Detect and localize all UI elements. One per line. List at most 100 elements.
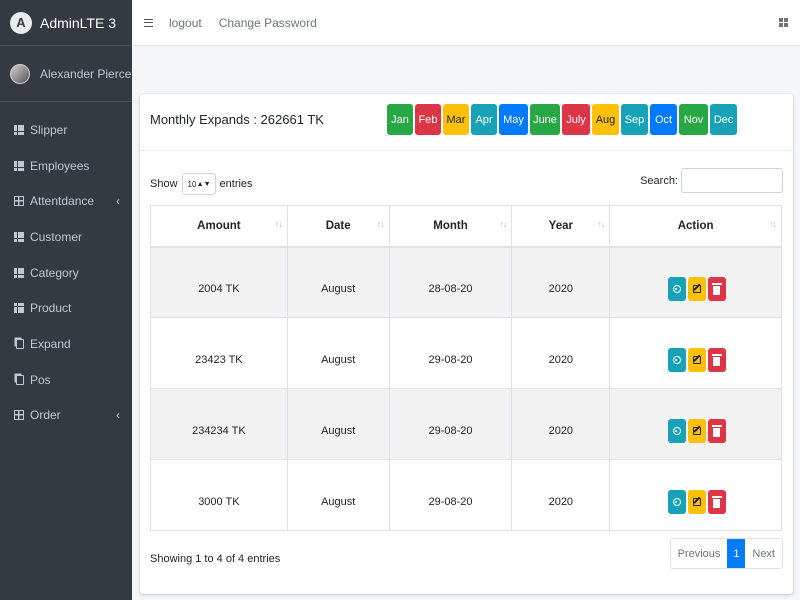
- delete-button[interactable]: [707, 419, 726, 443]
- month-button-aug[interactable]: Aug: [592, 104, 619, 135]
- top-navbar: logout Change Password: [132, 0, 800, 46]
- table-row: 3000 TK August 29-08-20 2020: [150, 459, 782, 531]
- view-button[interactable]: [667, 490, 686, 514]
- sidebar-item-pos[interactable]: Pos: [0, 362, 132, 398]
- month-button-june[interactable]: June: [530, 104, 560, 135]
- cell-date: 29-08-20: [388, 317, 513, 389]
- sidebar-item-product[interactable]: Product: [0, 290, 132, 326]
- sidebar-item-label: Slipper: [30, 122, 68, 137]
- apps-grid-icon[interactable]: [779, 18, 788, 27]
- cell-amount: 2004 TK: [150, 246, 288, 318]
- entries-label: entries: [219, 178, 253, 190]
- table-body: 2004 TK August 28-08-20 2020 23423 TK August 2…: [150, 246, 782, 531]
- month-button-apr[interactable]: Apr: [471, 104, 497, 135]
- column-header-year[interactable]: Year ↑↓: [511, 205, 611, 248]
- show-entries: Show 10 ▲▼ entries: [150, 173, 253, 195]
- month-button-july[interactable]: July: [562, 104, 590, 135]
- table-icon: [14, 196, 24, 207]
- copy-icon: [16, 374, 24, 385]
- cell-year: 2020: [511, 317, 611, 389]
- column-header-label: Month: [433, 219, 468, 232]
- eye-icon: [672, 356, 681, 364]
- card-header: Monthly Expands : 262661 TK Jan Feb Mar Apr…: [140, 94, 793, 151]
- brand-link[interactable]: A AdminLTE 3: [0, 0, 132, 46]
- cell-date: 28-08-20: [388, 246, 513, 318]
- month-button-jan[interactable]: Jan: [387, 104, 413, 135]
- sidebar-item-slipper[interactable]: Slipper: [0, 112, 132, 148]
- sort-icon: ↑↓: [376, 219, 385, 229]
- search-box: Search:: [640, 168, 783, 193]
- table-controls: Show 10 ▲▼ entries Search:: [150, 168, 783, 195]
- edit-icon: [692, 427, 701, 435]
- trash-icon: [711, 354, 722, 366]
- edit-button[interactable]: [687, 348, 706, 372]
- sidebar-item-order[interactable]: Order ‹: [0, 398, 132, 434]
- eye-icon: [672, 498, 681, 506]
- month-button-nov[interactable]: Nov: [679, 104, 708, 135]
- avatar: [10, 63, 30, 84]
- menu-toggle-icon[interactable]: [144, 18, 153, 27]
- entries-value: 10: [187, 179, 197, 189]
- logout-link[interactable]: logout: [169, 16, 202, 30]
- pagination: Previous 1 Next: [669, 538, 783, 569]
- previous-button[interactable]: Previous: [670, 539, 728, 568]
- sidebar-item-attentdance[interactable]: Attentdance ‹: [0, 183, 132, 219]
- trash-icon: [711, 283, 722, 295]
- delete-button[interactable]: [707, 277, 726, 302]
- cell-date: 29-08-20: [388, 388, 513, 460]
- expenses-table: Amount ↑↓ Date ↑↓ Month ↑↓ Year ↑↓ Action ↑↓ 2004…: [150, 205, 782, 531]
- column-header-month[interactable]: Month ↑↓: [388, 205, 513, 248]
- grid-icon: [14, 124, 24, 135]
- grid-icon: [14, 160, 24, 171]
- brand-logo: A: [10, 11, 32, 34]
- sort-icon: ↑↓: [274, 219, 283, 229]
- edit-button[interactable]: [687, 419, 706, 443]
- row-actions: [610, 348, 781, 372]
- chevron-left-icon: ‹: [116, 194, 120, 209]
- brand-title: AdminLTE 3: [40, 14, 116, 31]
- sidebar-item-expand[interactable]: Expand: [0, 326, 132, 362]
- column-header-date[interactable]: Date ↑↓: [286, 205, 390, 248]
- month-button-mar[interactable]: Mar: [443, 104, 469, 135]
- grid-icon: [14, 303, 24, 314]
- change-password-link[interactable]: Change Password: [219, 16, 317, 30]
- search-input[interactable]: [681, 168, 783, 193]
- sidebar: A AdminLTE 3 Alexander Pierce Slipper Emp…: [0, 0, 132, 600]
- view-button[interactable]: [667, 419, 686, 443]
- show-label: Show: [150, 178, 178, 190]
- month-button-feb[interactable]: Feb: [415, 104, 441, 135]
- eye-icon: [672, 285, 681, 294]
- edit-button[interactable]: [687, 490, 706, 514]
- edit-button[interactable]: [687, 277, 706, 302]
- sidebar-item-customer[interactable]: Customer: [0, 219, 132, 255]
- row-actions: [610, 490, 781, 514]
- column-header-amount[interactable]: Amount ↑↓: [150, 205, 288, 248]
- table-icon: [14, 410, 24, 421]
- select-arrow-icon: ▲▼: [196, 180, 211, 188]
- entries-select[interactable]: 10 ▲▼: [181, 173, 216, 195]
- grid-icon: [14, 267, 24, 278]
- row-actions: [610, 419, 781, 443]
- user-panel[interactable]: Alexander Pierce: [0, 46, 132, 102]
- sidebar-item-label: Category: [30, 265, 79, 280]
- column-header-label: Amount: [197, 219, 241, 232]
- month-button-dec[interactable]: Dec: [710, 104, 737, 135]
- column-header-action[interactable]: Action ↑↓: [609, 205, 782, 248]
- delete-button[interactable]: [707, 348, 726, 372]
- month-button-sep[interactable]: Sep: [621, 104, 648, 135]
- search-label: Search:: [640, 174, 678, 187]
- page-1-button[interactable]: 1: [727, 539, 746, 568]
- sidebar-item-label: Expand: [30, 336, 71, 351]
- month-button-may[interactable]: May: [499, 104, 528, 135]
- sidebar-item-employees[interactable]: Employees: [0, 148, 132, 184]
- next-button[interactable]: Next: [745, 539, 782, 568]
- month-button-oct[interactable]: Oct: [650, 104, 677, 135]
- view-button[interactable]: [667, 348, 686, 372]
- trash-icon: [711, 496, 722, 508]
- delete-button[interactable]: [707, 490, 726, 514]
- sidebar-item-category[interactable]: Category: [0, 255, 132, 291]
- copy-icon: [16, 338, 24, 349]
- table-row: 234234 TK August 29-08-20 2020: [150, 388, 782, 460]
- cell-month: August: [286, 246, 390, 318]
- view-button[interactable]: [667, 277, 686, 302]
